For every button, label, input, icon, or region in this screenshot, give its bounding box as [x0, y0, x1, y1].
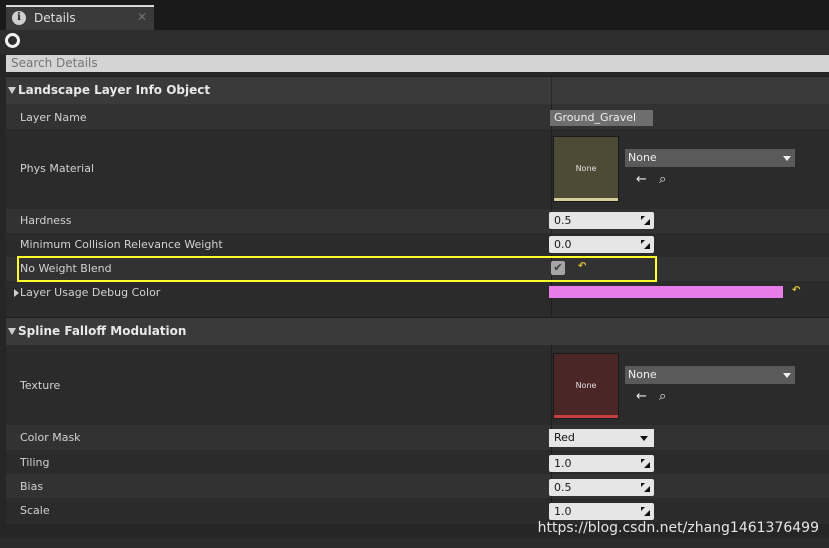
chevron-down-icon — [783, 156, 791, 161]
highlight-box — [17, 256, 657, 282]
property-label: Texture — [20, 379, 61, 392]
use-selected-asset-icon[interactable]: ← — [636, 390, 647, 404]
column-divider — [551, 129, 552, 209]
chevron-down-icon — [783, 373, 791, 378]
panel-bottom — [0, 538, 829, 548]
category-spline-falloff[interactable]: Spline Falloff Modulation — [6, 317, 829, 345]
slider-handle-icon — [641, 507, 650, 516]
column-divider — [551, 77, 552, 104]
watermark-text: https://blog.csdn.net/zhang1461376499 — [537, 520, 819, 536]
property-label: Color Mask — [20, 431, 81, 444]
property-label: Bias — [20, 480, 44, 493]
row-layer-name: Layer Name — [6, 104, 829, 129]
numeric-value: 0.0 — [554, 238, 572, 251]
row-phys-material: Phys Material — [6, 129, 829, 209]
row-color-mask: Color Mask — [6, 425, 829, 450]
expand-arrow-icon[interactable] — [14, 289, 19, 297]
chevron-down-icon — [640, 436, 648, 441]
min-collision-weight-input[interactable]: 0.0 — [549, 236, 654, 253]
scale-input[interactable]: 1.0 — [549, 503, 654, 520]
category-landscape-layer-info[interactable]: Landscape Layer Info Object — [6, 76, 829, 104]
category-title: Spline Falloff Modulation — [18, 324, 187, 338]
layer-name-field[interactable]: Ground_Gravel — [550, 110, 653, 126]
tab-details[interactable]: i Details ✕ — [6, 5, 154, 30]
row-tiling: Tiling — [6, 450, 829, 474]
info-icon: i — [12, 11, 26, 25]
tab-bar: i Details ✕ — [0, 0, 829, 30]
tiling-input[interactable]: 1.0 — [549, 455, 654, 472]
use-selected-asset-icon[interactable]: ← — [636, 173, 647, 187]
numeric-value: 1.0 — [554, 457, 572, 470]
search-input[interactable] — [6, 55, 829, 72]
row-bias: Bias — [6, 474, 829, 498]
combo-value: None — [628, 368, 657, 381]
property-label: Layer Usage Debug Color — [20, 286, 161, 299]
texture-thumbnail[interactable]: None — [553, 353, 619, 419]
color-mask-select[interactable]: Red — [549, 429, 654, 447]
bias-input[interactable]: 0.5 — [549, 479, 654, 496]
texture-combo[interactable]: None — [625, 366, 795, 384]
property-label: Phys Material — [20, 162, 95, 175]
property-label: Hardness — [20, 214, 72, 227]
phys-material-combo[interactable]: None — [625, 149, 795, 167]
row-hardness: Hardness — [6, 209, 829, 233]
reset-to-default-icon[interactable]: ↶ — [792, 285, 800, 296]
row-min-collision-weight: Minimum Collision Relevance Weight — [6, 233, 829, 257]
section-gap — [6, 305, 829, 317]
slider-handle-icon — [641, 459, 650, 468]
category-title: Landscape Layer Info Object — [18, 83, 211, 97]
asset-type-bar — [554, 198, 618, 201]
property-label: Layer Name — [20, 111, 87, 124]
combo-value: None — [628, 151, 657, 164]
asset-type-bar — [554, 415, 618, 418]
slider-handle-icon — [641, 240, 650, 249]
thumbnail-label: None — [575, 381, 597, 390]
row-texture: Texture — [6, 345, 829, 425]
slider-handle-icon — [641, 483, 650, 492]
select-value: Red — [554, 431, 575, 444]
thumbnail-label: None — [575, 164, 597, 173]
close-icon[interactable]: ✕ — [137, 10, 147, 24]
collapse-arrow-icon[interactable] — [8, 328, 16, 335]
numeric-value: 0.5 — [554, 214, 572, 227]
column-divider — [551, 305, 552, 317]
property-label: Tiling — [20, 456, 50, 469]
tab-label: Details — [34, 11, 76, 25]
browse-asset-icon[interactable]: ⌕ — [659, 390, 666, 404]
browse-asset-icon[interactable]: ⌕ — [659, 173, 666, 187]
column-divider — [551, 345, 552, 425]
hardness-input[interactable]: 0.5 — [549, 212, 654, 229]
debug-color-swatch[interactable] — [549, 286, 783, 298]
slider-handle-icon — [641, 216, 650, 225]
numeric-value: 0.5 — [554, 481, 572, 494]
details-toolbar — [0, 30, 829, 54]
collapse-arrow-icon[interactable] — [8, 87, 16, 94]
property-label: Minimum Collision Relevance Weight — [20, 238, 223, 251]
numeric-value: 1.0 — [554, 505, 572, 518]
property-label: Scale — [20, 504, 50, 517]
lock-icon[interactable] — [5, 33, 20, 48]
phys-material-thumbnail[interactable]: None — [553, 136, 619, 202]
